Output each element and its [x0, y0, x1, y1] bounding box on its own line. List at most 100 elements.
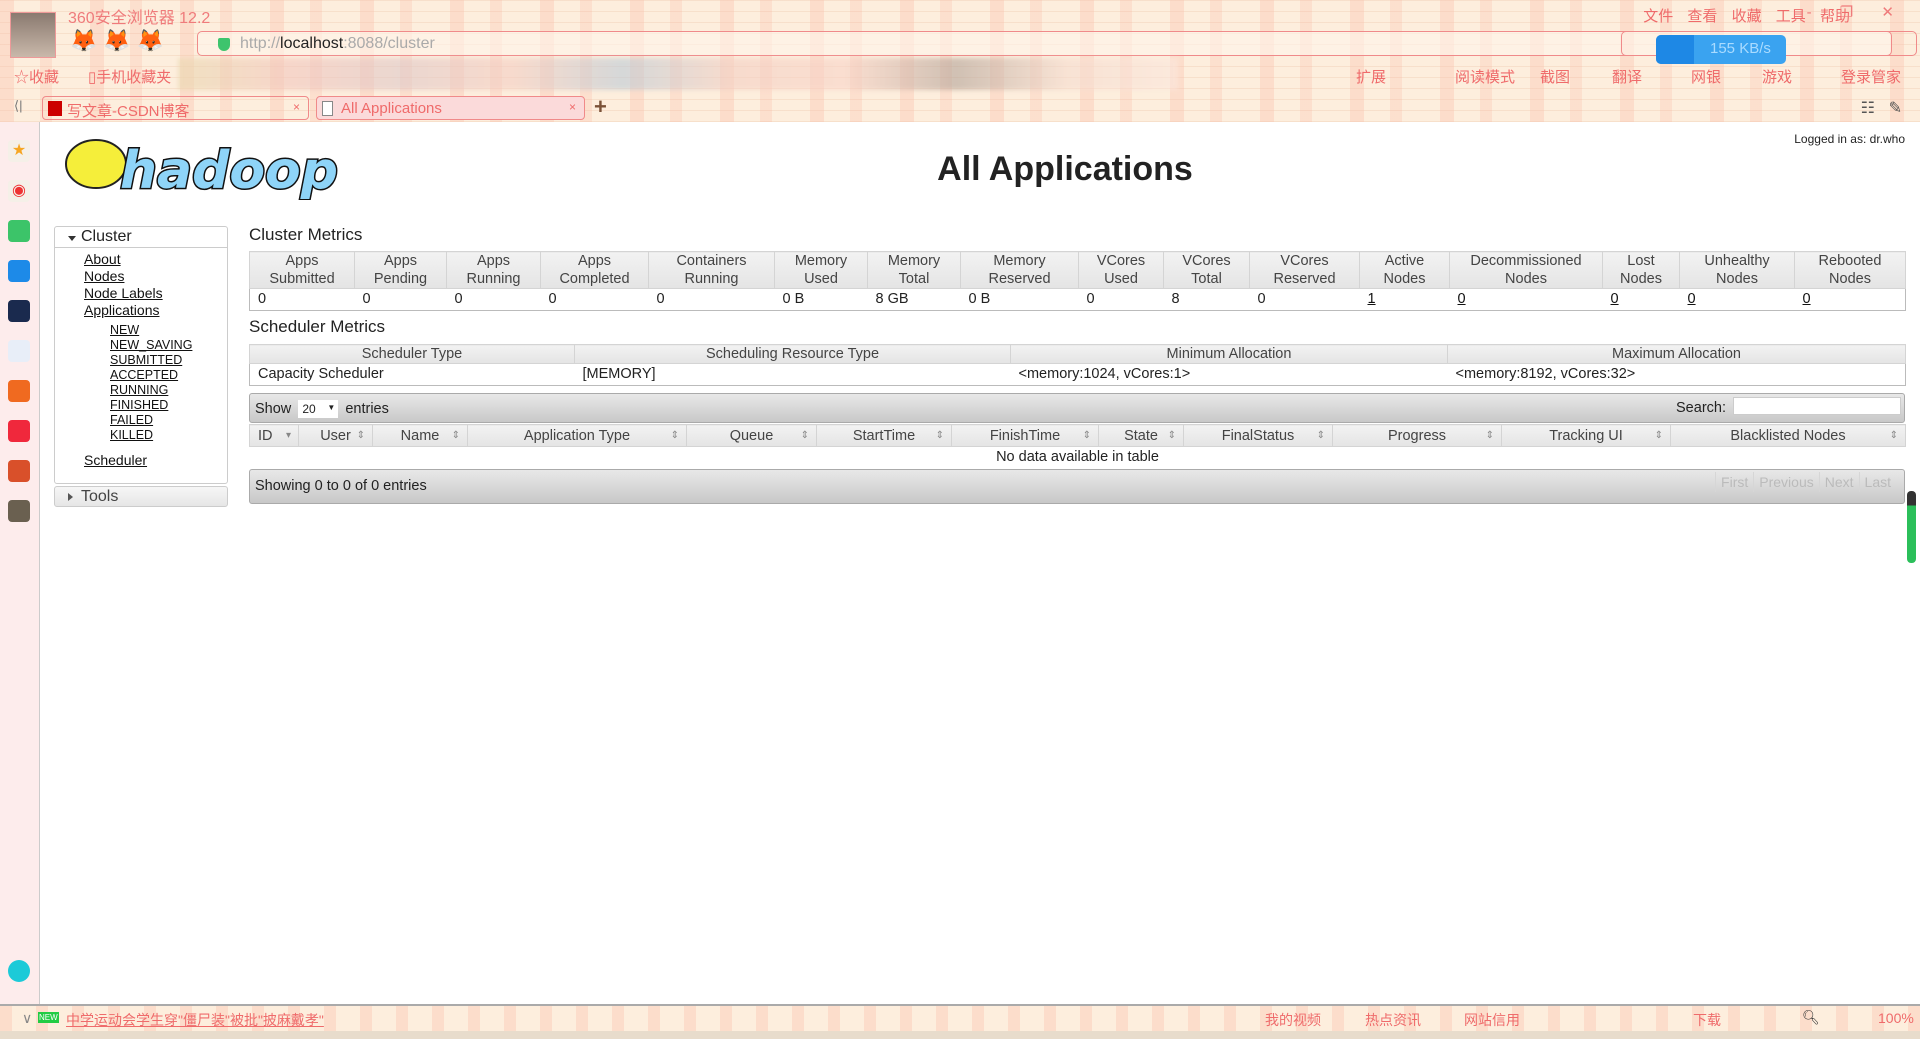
column-header-user[interactable]: User ⇕ [298, 424, 373, 447]
menu-file[interactable]: 文件 [1643, 8, 1673, 25]
mail-icon[interactable] [8, 220, 30, 242]
zoom-icon[interactable]: 🔍︎ [1802, 1009, 1820, 1026]
tab-csdn[interactable]: 写文章-CSDN博客 × [42, 96, 309, 120]
nav-state-submitted[interactable]: SUBMITTED [110, 353, 227, 368]
column-header-queue[interactable]: Queue ⇕ [686, 424, 817, 447]
downloads[interactable]: 下载 [1693, 1010, 1721, 1030]
nav-scheduler[interactable]: Scheduler [84, 452, 227, 469]
edit-icon[interactable]: ✎ [1889, 98, 1902, 118]
node-count-link[interactable]: 1 [1368, 291, 1376, 307]
page-last-button[interactable]: Last [1858, 472, 1896, 492]
page-first-button[interactable]: First [1715, 472, 1754, 492]
sort-icon[interactable]: ⇕ [1168, 427, 1176, 445]
sort-icon[interactable]: ⇕ [671, 427, 679, 445]
close-tab-icon[interactable]: × [569, 100, 576, 114]
column-header-progress[interactable]: Progress ⇕ [1332, 424, 1502, 447]
node-count-link[interactable]: 0 [1803, 291, 1811, 307]
app-p-icon[interactable] [8, 260, 30, 282]
column-header-application-type[interactable]: Application Type ⇕ [467, 424, 687, 447]
nav-state-new-saving[interactable]: NEW_SAVING [110, 338, 227, 353]
news-link[interactable]: 中学运动会学生穿"僵尸装"被批"披麻戴孝" [66, 1010, 324, 1030]
add-sidebar-icon[interactable] [8, 960, 30, 982]
sort-icon[interactable]: ⇕ [801, 427, 809, 445]
my-videos[interactable]: 我的视频 [1265, 1010, 1321, 1030]
node-count-link[interactable]: 0 [1611, 291, 1619, 307]
toolbar-extensions[interactable]: 扩展 [1356, 66, 1386, 87]
toolbar-reader-mode[interactable]: 阅读模式 [1455, 66, 1515, 87]
nav-applications[interactable]: Applications [84, 302, 227, 319]
column-header-id[interactable]: ID ▾ [249, 424, 299, 447]
window-controls[interactable]: ‑ ❐ ✕ [1807, 3, 1906, 21]
page-title: All Applications [937, 150, 1193, 188]
column-header-tracking-ui[interactable]: Tracking UI ⇕ [1501, 424, 1671, 447]
node-count-link[interactable]: 0 [1688, 291, 1696, 307]
column-header-starttime[interactable]: StartTime ⇕ [816, 424, 952, 447]
page-size-select[interactable]: 20 [298, 400, 339, 418]
weibo-icon[interactable]: ◉ [8, 180, 30, 202]
zoom-level[interactable]: 100% [1878, 1010, 1914, 1026]
nav-tools-header[interactable]: Tools [54, 486, 228, 507]
nav-state-failed[interactable]: FAILED [110, 413, 227, 428]
collapse-icon[interactable]: ∨ [22, 1010, 32, 1027]
game-icon[interactable] [8, 460, 30, 482]
novel-app-icon[interactable] [8, 380, 30, 402]
menu-tools[interactable]: 工具 [1776, 8, 1806, 25]
column-header-name[interactable]: Name ⇕ [372, 424, 468, 447]
nav-nodes[interactable]: Nodes [84, 268, 227, 285]
user-avatar[interactable] [10, 12, 56, 58]
game2-icon[interactable] [8, 500, 30, 522]
toolbar-login-manager[interactable]: 登录管家 [1841, 66, 1901, 87]
sort-icon[interactable]: ⇕ [1317, 427, 1325, 445]
node-count-link[interactable]: 0 [1458, 291, 1466, 307]
sort-icon[interactable]: ⇕ [452, 427, 460, 445]
column-header-finalstatus[interactable]: FinalStatus ⇕ [1183, 424, 1333, 447]
xiaohongshu-icon[interactable] [8, 420, 30, 442]
favorites-star-icon[interactable]: ★ [8, 140, 30, 162]
list-view-icon[interactable]: ☷ [1861, 98, 1875, 118]
word-doc-icon[interactable] [8, 340, 30, 362]
hot-news[interactable]: 热点资讯 [1365, 1010, 1421, 1030]
header-label: Application Type [523, 427, 631, 444]
nav-cluster-header[interactable]: Cluster [55, 227, 227, 248]
column-header-state[interactable]: State ⇕ [1098, 424, 1184, 447]
sort-icon[interactable]: ⇕ [936, 427, 944, 445]
toolbar-banking[interactable]: 网银 [1691, 66, 1721, 87]
nav-about[interactable]: About [84, 251, 227, 268]
nav-state-accepted[interactable]: ACCEPTED [110, 368, 227, 383]
menu-favorites[interactable]: 收藏 [1732, 8, 1762, 25]
close-tab-icon[interactable]: × [293, 100, 300, 114]
sort-icon[interactable]: ▾ [286, 427, 291, 445]
new-tab-button[interactable]: + [594, 94, 607, 120]
column-header-finishtime[interactable]: FinishTime ⇕ [951, 424, 1099, 447]
sort-icon[interactable]: ⇕ [1083, 427, 1091, 445]
cluster-metric-header: Active Nodes [1359, 251, 1450, 289]
sort-icon[interactable]: ⇕ [357, 427, 365, 445]
sidebar-toggle-icon[interactable]: ⟨| [14, 98, 22, 114]
nav-state-finished[interactable]: FINISHED [110, 398, 227, 413]
page-next-button[interactable]: Next [1818, 472, 1859, 492]
bookmark-mobile[interactable]: ▯手机收藏夹 [88, 66, 171, 87]
bookmark-favorites[interactable]: ☆收藏 [14, 66, 59, 87]
nav-state-running[interactable]: RUNNING [110, 383, 227, 398]
scheduler-type-value: Capacity Scheduler [249, 363, 575, 386]
toolbar-translate[interactable]: 翻译 [1612, 66, 1642, 87]
nav-node-labels[interactable]: Node Labels [84, 285, 227, 302]
header-line: Memory [887, 253, 941, 269]
page-previous-button[interactable]: Previous [1753, 472, 1819, 492]
toolbar-screenshot[interactable]: 截图 [1540, 66, 1570, 87]
toolbar-games[interactable]: 游戏 [1762, 66, 1792, 87]
search-input[interactable] [1733, 397, 1901, 415]
download-speed-widget[interactable]: 155 KB/s [1656, 35, 1786, 64]
sort-icon[interactable]: ⇕ [1486, 427, 1494, 445]
tab-all-applications[interactable]: All Applications × [316, 96, 585, 120]
menu-view[interactable]: 查看 [1687, 8, 1717, 25]
news-app-icon[interactable] [8, 300, 30, 322]
header-label: Queue [729, 427, 774, 444]
sort-icon[interactable]: ⇕ [1890, 427, 1898, 445]
site-credit[interactable]: 网站信用 [1464, 1010, 1520, 1030]
nav-state-killed[interactable]: KILLED [110, 428, 227, 443]
sort-icon[interactable]: ⇕ [1655, 427, 1663, 445]
scrollbar[interactable] [1907, 491, 1916, 563]
column-header-blacklisted-nodes[interactable]: Blacklisted Nodes ⇕ [1670, 424, 1906, 447]
nav-state-new[interactable]: NEW [110, 323, 227, 338]
